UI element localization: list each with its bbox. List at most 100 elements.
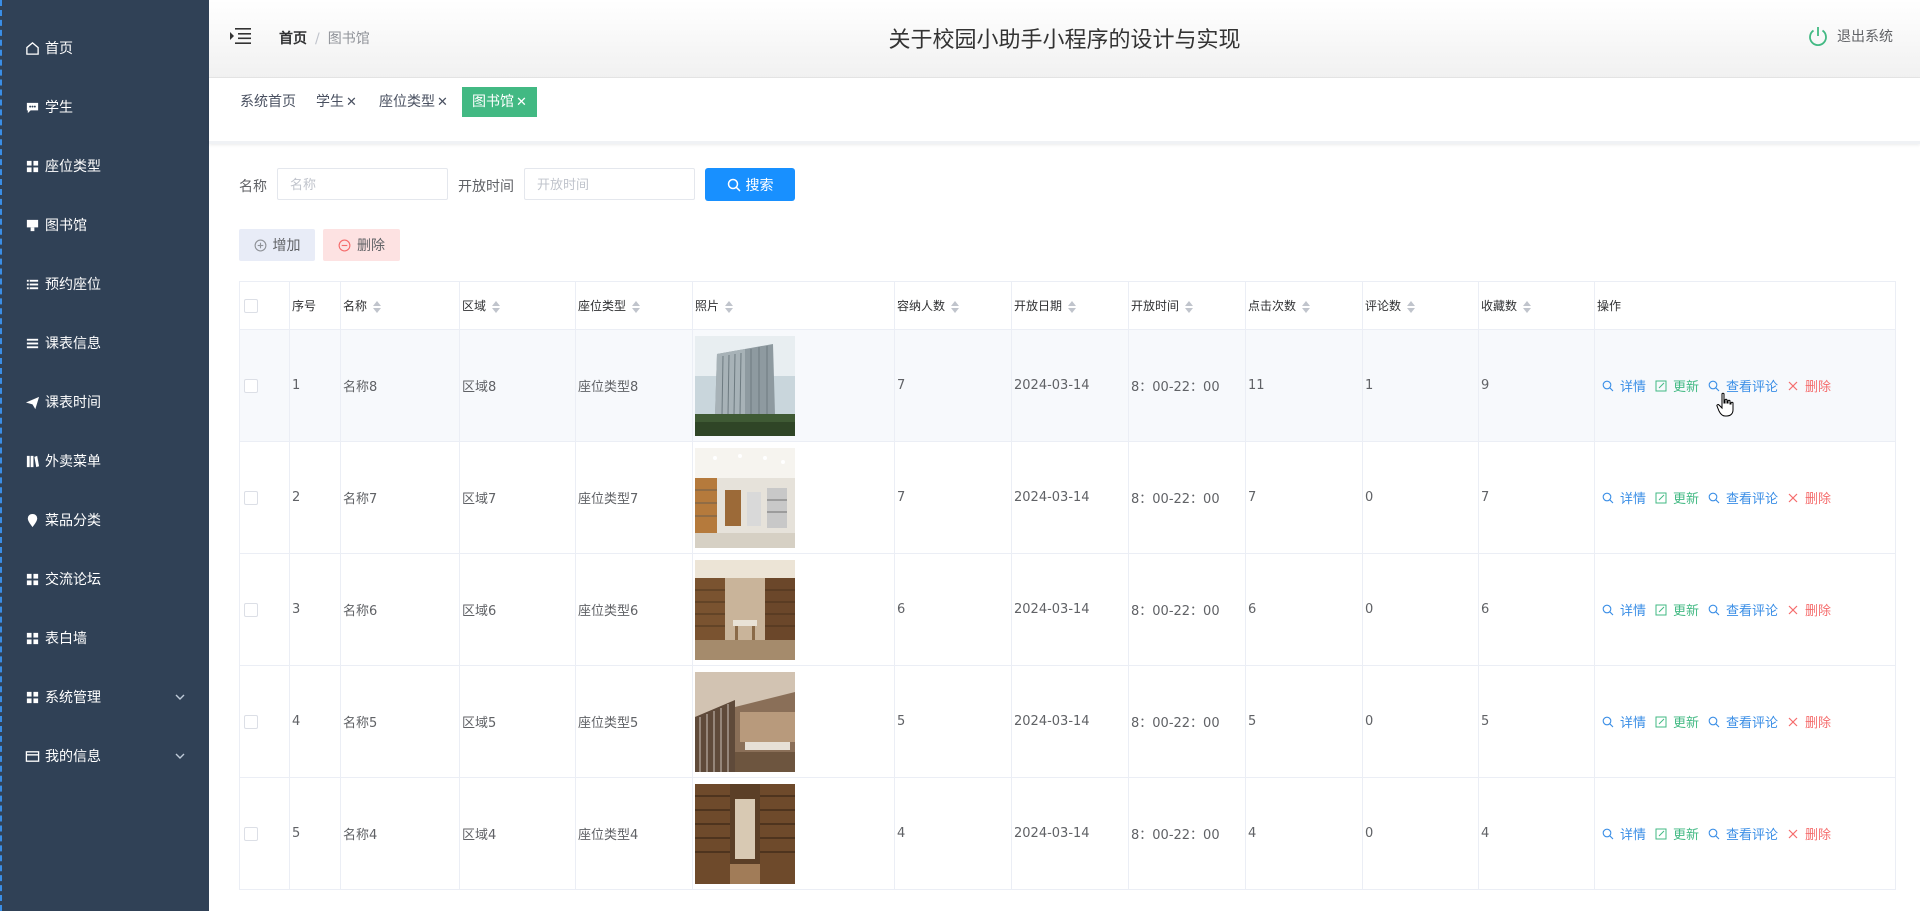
add-button[interactable]: 增加 (239, 229, 315, 261)
column-header[interactable]: 开放时间 (1128, 281, 1246, 330)
update-button[interactable]: 更新 (1655, 600, 1699, 619)
sidebar-item-forum[interactable]: 交流论坛 (2, 550, 209, 608)
detail-button[interactable]: 详情 (1602, 488, 1646, 507)
close-icon[interactable]: ✕ (437, 95, 448, 110)
sidebar-item-confession-wall[interactable]: 表白墙 (2, 609, 209, 667)
column-header[interactable]: 点击次数 (1245, 281, 1363, 330)
view-comments-button[interactable]: 查看评论 (1708, 600, 1778, 619)
row-checkbox[interactable] (244, 826, 258, 841)
sidebar-item-seat-types[interactable]: 座位类型 (2, 137, 209, 195)
cell-open-time: 8：00-22：00 (1128, 553, 1246, 666)
sidebar-item-my-info[interactable]: 我的信息 (2, 727, 209, 785)
sort-icon[interactable] (1302, 300, 1311, 313)
delete-button[interactable]: 删除 (1787, 488, 1831, 507)
close-icon[interactable]: ✕ (346, 95, 357, 110)
cell-photo (692, 665, 895, 778)
delete-button-label: 删除 (357, 237, 385, 253)
sort-icon[interactable] (725, 300, 734, 313)
detail-button[interactable]: 详情 (1602, 600, 1646, 619)
tags-view: 系统首页 学生 ✕ 座位类型 ✕ 图书馆 ✕ (209, 78, 1920, 144)
cell-photo (692, 553, 895, 666)
sort-icon[interactable] (1523, 300, 1532, 313)
tag-library[interactable]: 图书馆 ✕ (462, 87, 537, 117)
sidebar-item-library[interactable]: 图书馆 (2, 196, 209, 254)
cell-favorites: 6 (1478, 553, 1595, 666)
tag-system-home[interactable]: 系统首页 (236, 87, 300, 117)
search-icon (1602, 604, 1614, 615)
sort-icon[interactable] (632, 300, 641, 313)
sidebar-item-class-time[interactable]: 课表时间 (2, 373, 209, 431)
column-header[interactable]: 开放日期 (1011, 281, 1129, 330)
sidebar-item-label: 系统管理 (45, 690, 101, 706)
delete-button[interactable]: 删除 (1787, 600, 1831, 619)
cell-operations: 详情 更新 查看评论 删除 (1594, 441, 1896, 554)
sort-icon[interactable] (951, 300, 960, 313)
row-checkbox[interactable] (244, 714, 258, 729)
column-header[interactable]: 收藏数 (1478, 281, 1595, 330)
cell-open-date: 2024-03-14 (1011, 665, 1129, 778)
row-checkbox[interactable] (244, 490, 258, 505)
library-photo-shelves[interactable] (695, 447, 795, 548)
select-all-checkbox[interactable] (244, 298, 258, 313)
sort-icon[interactable] (1407, 300, 1416, 313)
update-button[interactable]: 更新 (1655, 376, 1699, 395)
breadcrumb-home[interactable]: 首页 (279, 31, 307, 47)
library-photo-tall-shelves[interactable] (695, 783, 795, 884)
sidebar-item-dish-category[interactable]: 菜品分类 (2, 491, 209, 549)
cell-name: 名称6 (340, 553, 460, 666)
delete-button[interactable]: 删除 (1787, 824, 1831, 843)
sidebar-item-seat-booking[interactable]: 预约座位 (2, 255, 209, 313)
view-comments-button[interactable]: 查看评论 (1708, 824, 1778, 843)
sidebar-item-takeout-menu[interactable]: 外卖菜单 (2, 432, 209, 490)
cell-capacity: 6 (894, 553, 1012, 666)
batch-delete-button[interactable]: 删除 (323, 229, 400, 261)
sidebar-item-timetable[interactable]: 课表信息 (2, 314, 209, 372)
open-time-search-input[interactable] (524, 168, 695, 200)
sidebar-item-students[interactable]: 学生 (2, 78, 209, 136)
sort-icon[interactable] (492, 300, 501, 313)
library-photo-reading-room[interactable] (695, 559, 795, 660)
name-search-input[interactable] (277, 168, 448, 200)
tag-seat-types[interactable]: 座位类型 ✕ (375, 87, 452, 117)
cell-comments: 0 (1362, 777, 1479, 890)
search-button[interactable]: 搜索 (705, 168, 795, 201)
search-icon (1708, 828, 1720, 839)
view-comments-button[interactable]: 查看评论 (1708, 712, 1778, 731)
sort-icon[interactable] (1068, 300, 1077, 313)
sidebar-item-label: 表白墙 (45, 631, 87, 647)
row-checkbox[interactable] (244, 378, 258, 393)
menu-fold-icon[interactable] (229, 27, 251, 45)
tag-students[interactable]: 学生 ✕ (312, 87, 361, 117)
row-select-cell (239, 553, 290, 666)
column-header[interactable]: 名称 (340, 281, 460, 330)
delete-button[interactable]: 删除 (1787, 376, 1831, 395)
chevron-down-icon (175, 694, 185, 700)
column-header[interactable]: 照片 (692, 281, 895, 330)
library-photo-building[interactable] (695, 335, 795, 436)
update-button[interactable]: 更新 (1655, 488, 1699, 507)
detail-button[interactable]: 详情 (1602, 376, 1646, 395)
update-button[interactable]: 更新 (1655, 824, 1699, 843)
column-header[interactable]: 区域 (459, 281, 576, 330)
sort-icon[interactable] (373, 300, 382, 313)
library-photo-atrium[interactable] (695, 671, 795, 772)
column-header[interactable]: 评论数 (1362, 281, 1479, 330)
grid-icon (23, 688, 41, 706)
cell-operations: 详情 更新 查看评论 删除 (1594, 553, 1896, 666)
sort-icon[interactable] (1185, 300, 1194, 313)
column-header[interactable]: 座位类型 (575, 281, 693, 330)
sidebar-item-home[interactable]: 首页 (2, 19, 209, 77)
menu-icon (23, 334, 41, 352)
sidebar-item-system-management[interactable]: 系统管理 (2, 668, 209, 726)
close-icon (1788, 829, 1798, 838)
detail-button[interactable]: 详情 (1602, 712, 1646, 731)
delete-button[interactable]: 删除 (1787, 712, 1831, 731)
detail-button[interactable]: 详情 (1602, 824, 1646, 843)
logout-button[interactable]: 退出系统 (1807, 25, 1893, 47)
column-header[interactable]: 容纳人数 (894, 281, 1012, 330)
update-button[interactable]: 更新 (1655, 712, 1699, 731)
close-icon[interactable]: ✕ (516, 95, 527, 110)
view-comments-button[interactable]: 查看评论 (1708, 488, 1778, 507)
cell-index: 4 (289, 665, 341, 778)
row-checkbox[interactable] (244, 602, 258, 617)
